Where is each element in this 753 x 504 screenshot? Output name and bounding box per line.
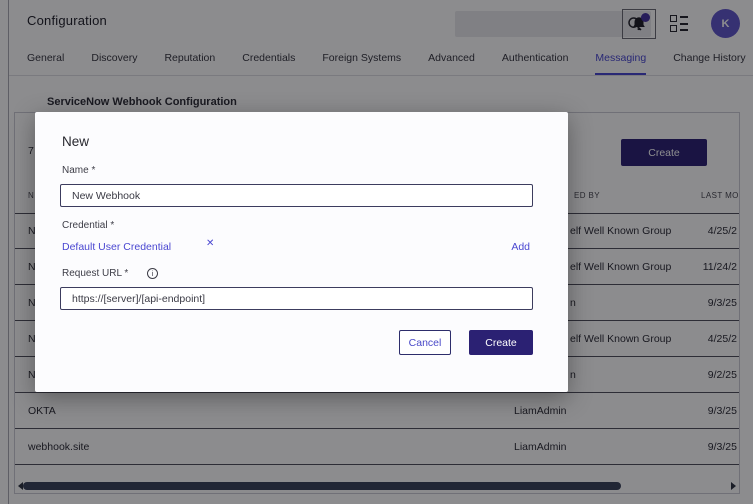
new-webhook-dialog: New Name * Credential * Default User Cre… <box>35 112 568 392</box>
request-url-field[interactable] <box>60 287 533 310</box>
request-url-label: Request URL * <box>62 268 128 279</box>
info-icon: i <box>147 268 158 279</box>
add-credential-link[interactable]: Add <box>511 241 530 253</box>
name-label: Name * <box>62 165 95 176</box>
cancel-button[interactable]: Cancel <box>399 330 451 355</box>
credential-label: Credential * <box>62 220 114 231</box>
remove-credential-icon[interactable]: ✕ <box>206 238 214 249</box>
dialog-create-button[interactable]: Create <box>469 330 533 355</box>
dialog-title: New <box>62 134 89 149</box>
name-field[interactable] <box>60 184 533 207</box>
selected-credential-link[interactable]: Default User Credential <box>62 241 171 253</box>
